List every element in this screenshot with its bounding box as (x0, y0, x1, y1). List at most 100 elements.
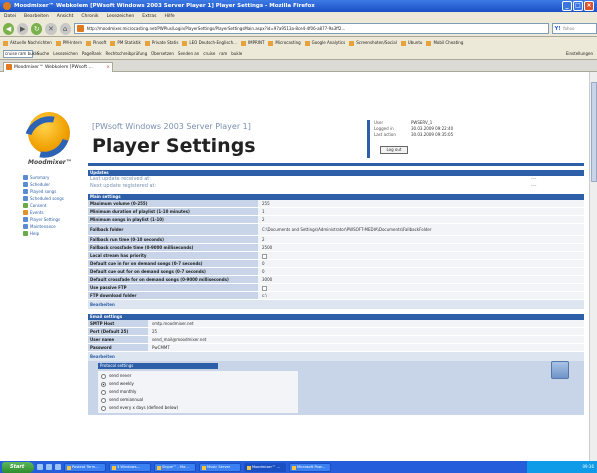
start-button[interactable]: Start (2, 461, 34, 473)
main-settings-edit-link[interactable]: Bearbeiten (88, 300, 584, 309)
back-button[interactable]: ◀ (3, 22, 15, 35)
quicklaunch-icon[interactable] (46, 464, 52, 470)
reload-button[interactable]: ↻ (31, 22, 43, 35)
quicklaunch-icon[interactable] (55, 464, 61, 470)
menu-file[interactable]: Datei (4, 12, 16, 21)
sidebar-item-consent[interactable]: Consent (23, 202, 83, 209)
protocol-option-monthly[interactable]: send monthly (101, 388, 295, 396)
setting-row: Default crossfade for on demand songs (0… (88, 276, 584, 284)
email-settings-edit-link[interactable]: Bearbeiten (88, 352, 584, 361)
sidebar-item-player-settings[interactable]: Player Settings (23, 216, 83, 223)
sidebar-item-summary[interactable]: Summary (23, 174, 83, 181)
tab-close-icon[interactable]: × (106, 63, 110, 72)
help-icon (23, 231, 28, 236)
search-input[interactable]: Y! Yahoo (551, 23, 597, 34)
bookmark-item[interactable]: Pinsoft (86, 37, 106, 48)
taskbar-button[interactable]: 3 Windows... (109, 462, 151, 472)
passive-ftp-checkbox[interactable] (262, 285, 267, 291)
local-stream-checkbox[interactable] (262, 253, 267, 259)
sidebar-item-events[interactable]: Events (23, 209, 83, 216)
protocol-option-semiannual[interactable]: send semiannual (101, 396, 295, 404)
protocol-option-never[interactable]: send never (101, 372, 295, 380)
vertical-scrollbar[interactable] (589, 72, 597, 461)
toolbar-settings[interactable]: Einstellungen (566, 48, 597, 59)
menu-tools[interactable]: Extras (142, 12, 156, 21)
taskbar-button[interactable]: Posteot Term... (64, 462, 106, 472)
toolbar-item[interactable]: ram (219, 48, 227, 59)
logo-swoosh (17, 108, 77, 166)
menu-help[interactable]: Hilfe (164, 12, 174, 21)
menu-view[interactable]: Ansicht (57, 12, 74, 21)
bookmark-item[interactable]: Screenshoten/Social (349, 37, 397, 48)
bookmark-item[interactable]: Aktuelle Nachrichten (3, 37, 52, 48)
sidebar-item-scheduled-songs[interactable]: Scheduled songs (23, 195, 83, 202)
info-row: Last action 30.03.2009 09:35:05 (374, 132, 454, 137)
scrollbar-thumb[interactable] (591, 82, 597, 182)
system-tray: 09:36 (527, 461, 597, 473)
sidebar-item-scheduler[interactable]: Scheduler (23, 181, 83, 188)
toolbar-item[interactable]: PageRank (82, 48, 102, 59)
menu-edit[interactable]: Bearbeiten (24, 12, 49, 21)
window-controls: _ □ × (562, 1, 594, 11)
menu-bookmarks[interactable]: Lesezeichen (107, 12, 135, 21)
quicklaunch-icon[interactable] (37, 464, 43, 470)
taskbar-button[interactable]: Skype™ - Ma... (154, 462, 196, 472)
close-button[interactable]: × (584, 1, 594, 11)
title-bar: Moodmixer™ Webkolem [PWsoft Windows 2003… (0, 0, 597, 12)
setting-row: Maximum volume (0-255) 255 (88, 200, 584, 208)
protocol-options: send never send weekly send monthly send… (98, 371, 298, 413)
toolbar-search-input[interactable]: cruise ram bukle (3, 50, 39, 58)
songs-icon (23, 189, 28, 194)
forward-button[interactable]: ▶ (17, 22, 29, 35)
bookmark-item[interactable]: Ubuntu (401, 37, 423, 48)
bookmark-item[interactable]: PM-Intern (56, 37, 82, 48)
maximize-button[interactable]: □ (573, 1, 583, 11)
scheduler-icon (23, 182, 28, 187)
setting-value: 3000 (258, 276, 584, 283)
setting-row: Local stream has priority (88, 252, 584, 260)
bookmark-item[interactable]: Microcasting (268, 37, 300, 48)
home-button[interactable]: ⌂ (59, 22, 71, 35)
logout-button[interactable]: Log out (380, 146, 408, 154)
events-icon (23, 210, 28, 215)
toolbar-item[interactable]: Suche (37, 48, 49, 59)
bookmark-item[interactable]: LEO Deutsch-Englisch... (182, 37, 237, 48)
logo-word: Moodmixer™ (28, 159, 72, 166)
bookmark-item[interactable]: Google Analytics (305, 37, 346, 48)
setting-row: FTP download folder c:\ (88, 292, 584, 300)
taskbar-button[interactable]: Music Server (199, 462, 241, 472)
bookmark-item[interactable]: Private Statis (145, 37, 179, 48)
menu-history[interactable]: Chronik (81, 12, 98, 21)
bookmarks-toolbar: Aktuelle Nachrichten PM-Intern Pinsoft P… (0, 37, 597, 48)
sidebar-item-played-songs[interactable]: Played songs (23, 188, 83, 195)
tab-label: Moodmixer™ Webkolem [PWsoft ... (14, 65, 93, 70)
taskbar-button-active[interactable]: Moodmixer™ ... (244, 462, 286, 472)
protocol-option-weekly[interactable]: send weekly (101, 380, 295, 388)
toolbar-item[interactable]: cruise (203, 48, 215, 59)
toolbar-item[interactable]: bukle (231, 48, 242, 59)
protocol-option-every-x-days[interactable]: send every x days (defined below) (101, 404, 295, 412)
email-row: User name send_mail@moodmixer.net (88, 336, 584, 344)
toolbar-item[interactable]: Übersetzen (151, 48, 174, 59)
setting-row: Minimum songs in playlist (1-10) 2 (88, 216, 584, 224)
radio-icon (101, 397, 106, 403)
setting-row: Fallback crossfade time (0-9000 millisec… (88, 244, 584, 252)
google-toolbar: cruise ram bukle Suche Lesezeichen PageR… (0, 48, 597, 60)
taskbar-button[interactable]: Microsoft Pow... (289, 462, 331, 472)
minimize-button[interactable]: _ (562, 1, 572, 11)
sidebar-item-help[interactable]: Help (23, 230, 83, 237)
url-bar[interactable]: http://moodmixer.microcasting.net/PWPlus… (73, 23, 549, 34)
setting-row: Fallback folder C:\Documents and Settings… (88, 224, 584, 236)
bookmark-item[interactable]: PM Statistik (110, 37, 140, 48)
firefox-icon (3, 2, 11, 10)
tab-player-settings[interactable]: Moodmixer™ Webkolem [PWsoft ... × (3, 62, 113, 72)
toolbar-item[interactable]: Senden an (178, 48, 199, 59)
window-tile-icon[interactable] (551, 361, 569, 379)
setting-value: 1 (258, 208, 584, 215)
stop-button[interactable]: ✕ (45, 22, 57, 35)
bookmark-item[interactable]: IMPRINT (241, 37, 264, 48)
sidebar-item-maintenance[interactable]: Maintenance (23, 223, 83, 230)
toolbar-item[interactable]: Rechtschreibprüfung (106, 48, 148, 59)
toolbar-item[interactable]: Lesezeichen (53, 48, 78, 59)
bookmark-item[interactable]: Mobil Cheating (426, 37, 463, 48)
